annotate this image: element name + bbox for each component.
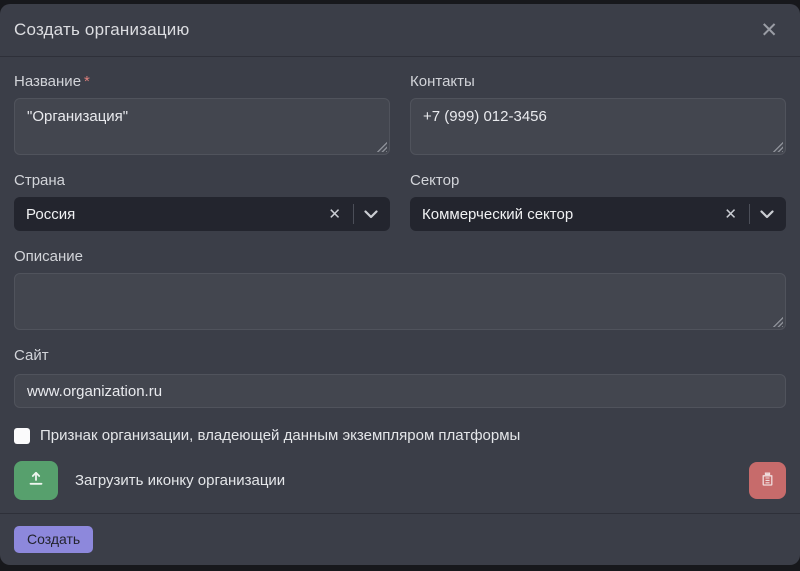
sector-label: Сектор <box>410 172 786 189</box>
clear-icon[interactable]: ✕ <box>324 207 345 222</box>
description-label: Описание <box>14 248 786 265</box>
combo-separator <box>749 204 750 224</box>
icon-upload-row: Загрузить иконку организации <box>14 461 786 500</box>
country-select-value: Россия <box>26 206 324 223</box>
owner-checkbox-row[interactable]: Признак организации, владеющей данным эк… <box>14 427 786 444</box>
create-organization-dialog: Создать организацию ✕ Название* "Организ… <box>0 4 800 565</box>
sector-select[interactable]: Коммерческий сектор ✕ <box>410 197 786 231</box>
site-label: Сайт <box>14 347 786 364</box>
field-contacts: Контакты +7 (999) 012-3456 <box>410 73 786 155</box>
upload-label: Загрузить иконку организации <box>75 472 749 489</box>
required-asterisk: * <box>84 73 90 90</box>
dialog-body: Название* "Организация" Контакты +7 (999… <box>0 57 800 513</box>
chevron-down-icon[interactable] <box>362 210 380 219</box>
name-label-text: Название <box>14 73 81 90</box>
site-input[interactable] <box>14 374 786 408</box>
dialog-footer: Создать <box>0 513 800 565</box>
description-textarea-wrap <box>14 273 786 330</box>
contacts-textarea-wrap: +7 (999) 012-3456 <box>410 98 786 155</box>
upload-icon-button[interactable] <box>14 461 58 500</box>
trash-icon <box>760 471 775 490</box>
create-button[interactable]: Создать <box>14 526 93 553</box>
name-textarea-wrap: "Организация" <box>14 98 390 155</box>
country-label: Страна <box>14 172 390 189</box>
close-icon[interactable]: ✕ <box>754 18 784 43</box>
chevron-down-icon[interactable] <box>758 210 776 219</box>
name-label: Название* <box>14 73 390 90</box>
description-textarea[interactable] <box>14 273 786 330</box>
field-sector: Сектор Коммерческий сектор ✕ <box>410 172 786 231</box>
dialog-header: Создать организацию ✕ <box>0 4 800 57</box>
sector-select-value: Коммерческий сектор <box>422 206 720 223</box>
field-name: Название* "Организация" <box>14 73 390 155</box>
owner-checkbox-label: Признак организации, владеющей данным эк… <box>40 427 520 444</box>
combo-separator <box>353 204 354 224</box>
owner-checkbox[interactable] <box>14 428 30 444</box>
row-name-contacts: Название* "Организация" Контакты +7 (999… <box>14 73 786 172</box>
row-country-sector: Страна Россия ✕ Сектор Коммерческий сект… <box>14 172 786 248</box>
upload-icon <box>28 471 44 490</box>
contacts-label: Контакты <box>410 73 786 90</box>
field-country: Страна Россия ✕ <box>14 172 390 231</box>
dialog-title: Создать организацию <box>14 20 189 40</box>
name-textarea[interactable]: "Организация" <box>14 98 390 155</box>
field-description: Описание <box>14 248 786 330</box>
clear-icon[interactable]: ✕ <box>720 207 741 222</box>
country-select[interactable]: Россия ✕ <box>14 197 390 231</box>
field-site: Сайт <box>14 347 786 408</box>
delete-icon-button[interactable] <box>749 462 786 499</box>
contacts-textarea[interactable]: +7 (999) 012-3456 <box>410 98 786 155</box>
